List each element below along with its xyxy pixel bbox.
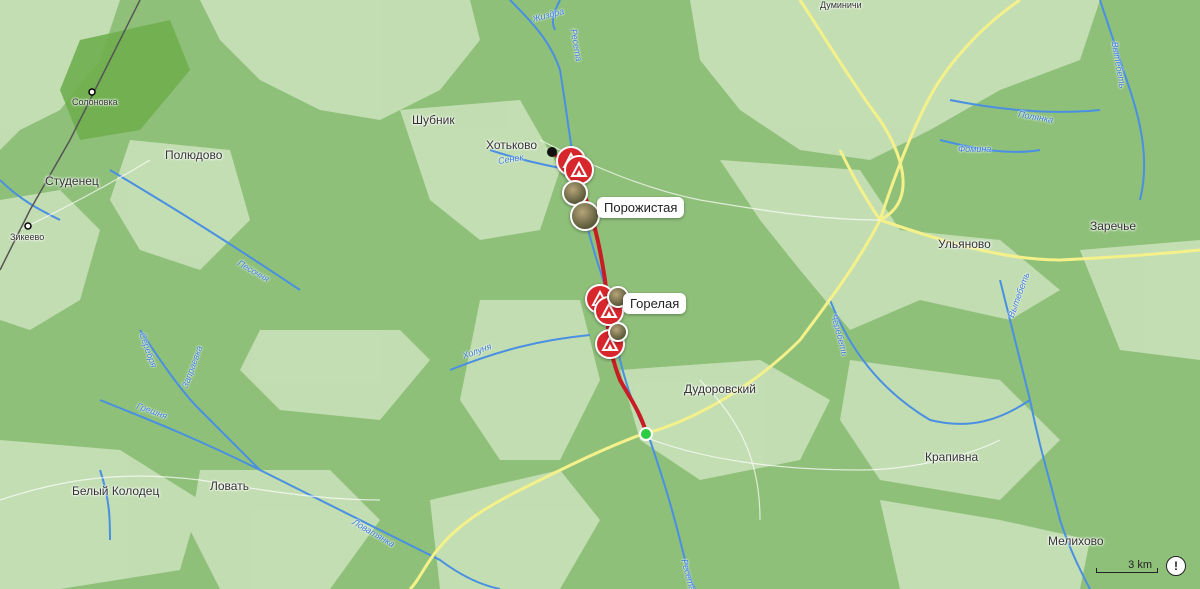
village-dot-solonovka <box>88 88 96 96</box>
village-dot-zikeevo <box>24 222 32 230</box>
map-view[interactable]: Шубник Хотьково Полюдово Студенец Ульяно… <box>0 0 1200 589</box>
place-label-lovat: Ловать <box>210 479 249 493</box>
place-label-beliy-kolodets: Белый Колодец <box>72 484 160 498</box>
route-end-point <box>547 147 557 157</box>
place-label-studenets: Студенец <box>45 174 99 188</box>
river-label-fomina: Фомина <box>958 144 992 154</box>
place-label-solonovka: Солоновка <box>72 97 118 107</box>
place-label-melikhovo: Мелихово <box>1048 534 1104 548</box>
photo-thumbnail-icon[interactable] <box>608 322 628 342</box>
photo-thumbnail-icon[interactable] <box>570 201 600 231</box>
place-label-zarechye: Заречье <box>1090 219 1137 233</box>
scale-bar <box>1096 568 1158 573</box>
poi-label-porozhistaya[interactable]: Порожистая <box>597 197 685 218</box>
place-label-polyudovo: Полюдово <box>165 148 223 162</box>
place-label-ulyanovo: Ульяново <box>938 237 991 251</box>
place-label-hotkovo: Хотьково <box>486 138 537 152</box>
place-label-duminichi: Думиничи <box>820 0 862 10</box>
info-icon[interactable]: ! <box>1166 556 1186 576</box>
route-start-point <box>639 427 653 441</box>
place-label-zikeevo: Зикеево <box>10 232 45 242</box>
place-label-dudorovsky: Дудоровский <box>684 382 756 396</box>
place-label-krapivna: Крапивна <box>925 450 979 464</box>
poi-label-gorelaya[interactable]: Горелая <box>623 293 687 314</box>
place-label-shubnik: Шубник <box>412 113 455 127</box>
